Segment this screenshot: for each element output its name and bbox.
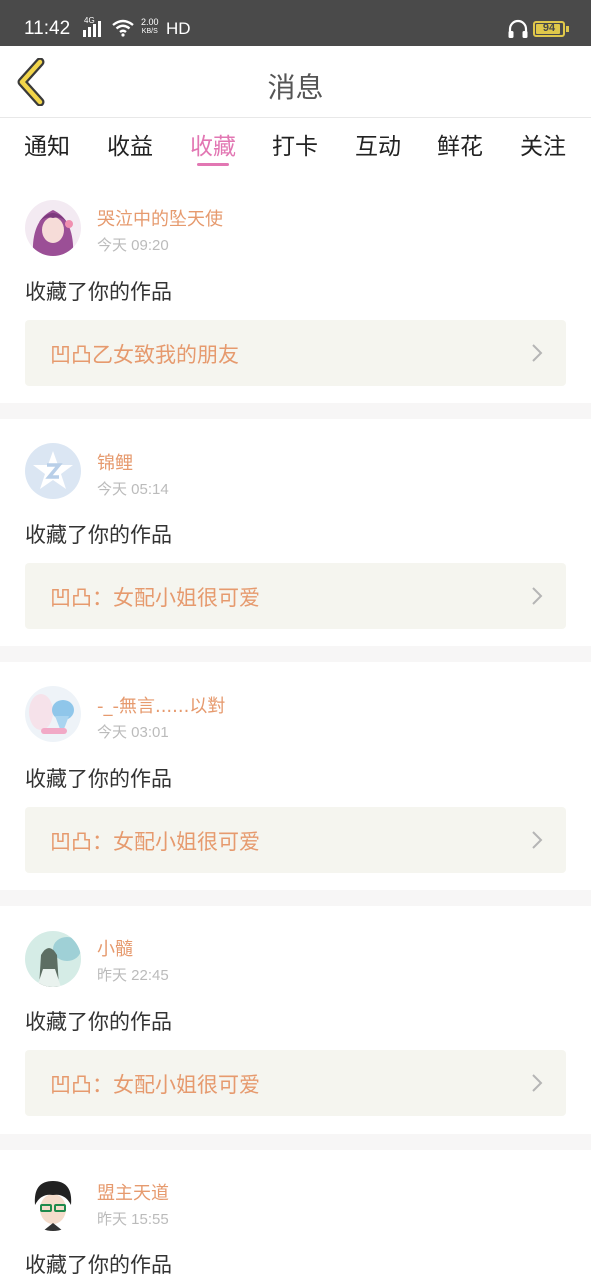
list-item: 小髓 昨天 22:45 收藏了你的作品 凹凸：女配小姐很可爱 bbox=[0, 906, 591, 1134]
username[interactable]: 小髓 bbox=[97, 935, 133, 961]
action-text: 收藏了你的作品 bbox=[25, 767, 172, 791]
work-title: 凹凸：女配小姐很可爱 bbox=[50, 586, 260, 610]
list-item: 盟主天道 昨天 15:55 收藏了你的作品 bbox=[0, 1150, 591, 1280]
headphone-icon bbox=[508, 19, 528, 38]
work-link[interactable]: 凹凸乙女致我的朋友 bbox=[25, 320, 566, 386]
app-header: 消息 bbox=[0, 46, 591, 118]
avatar[interactable] bbox=[25, 1175, 81, 1231]
user-avatar-image bbox=[25, 1175, 81, 1231]
username[interactable]: 哭泣中的坠天使 bbox=[97, 205, 223, 231]
chevron-right-icon bbox=[532, 831, 543, 849]
speed-unit: KB/S bbox=[141, 28, 158, 35]
avatar[interactable] bbox=[25, 931, 81, 987]
status-time: 11:42 bbox=[24, 18, 71, 39]
tab-bar: 通知 收益 收藏 打卡 互动 鲜花 关注 bbox=[0, 118, 591, 174]
list-item: 锦鲤 今天 05:14 收藏了你的作品 凹凸：女配小姐很可爱 bbox=[0, 419, 591, 646]
timestamp: 今天 05:14 bbox=[97, 481, 169, 498]
username[interactable]: 盟主天道 bbox=[97, 1179, 169, 1205]
action-text: 收藏了你的作品 bbox=[25, 1010, 172, 1034]
timestamp: 今天 03:01 bbox=[97, 724, 169, 741]
tab-notifications[interactable]: 通知 bbox=[24, 127, 70, 161]
list-item: -_-無言......以對 今天 03:01 收藏了你的作品 凹凸：女配小姐很可… bbox=[0, 662, 591, 890]
tab-earnings[interactable]: 收益 bbox=[107, 127, 153, 161]
timestamp: 今天 09:20 bbox=[97, 237, 169, 254]
user-avatar-image bbox=[25, 686, 81, 742]
battery-nub bbox=[566, 26, 569, 32]
user-avatar-image bbox=[25, 931, 81, 987]
work-link[interactable]: 凹凸：女配小姐很可爱 bbox=[25, 807, 566, 873]
action-text: 收藏了你的作品 bbox=[25, 523, 172, 547]
active-tab-indicator bbox=[197, 163, 229, 166]
user-avatar-image bbox=[25, 200, 81, 256]
tab-interaction[interactable]: 互动 bbox=[355, 127, 401, 161]
signal-icon bbox=[83, 21, 101, 37]
timestamp: 昨天 15:55 bbox=[97, 1211, 169, 1228]
tab-favorites[interactable]: 收藏 bbox=[190, 127, 236, 161]
work-title: 凹凸乙女致我的朋友 bbox=[50, 343, 239, 367]
tab-checkin[interactable]: 打卡 bbox=[272, 127, 318, 161]
list-item: 哭泣中的坠天使 今天 09:20 收藏了你的作品 凹凸乙女致我的朋友 bbox=[0, 174, 591, 403]
status-bar: 11:42 4G 2.00 KB/S HD 94 bbox=[0, 0, 591, 46]
work-link[interactable]: 凹凸：女配小姐很可爱 bbox=[25, 1050, 566, 1116]
divider bbox=[0, 646, 591, 662]
hd-indicator: HD bbox=[166, 19, 191, 38]
wifi-icon bbox=[112, 19, 134, 37]
chevron-right-icon bbox=[532, 344, 543, 362]
divider bbox=[0, 403, 591, 419]
tab-follow[interactable]: 关注 bbox=[520, 127, 566, 161]
page-title: 消息 bbox=[267, 71, 324, 104]
username[interactable]: -_-無言......以對 bbox=[97, 692, 225, 718]
battery-level: 94 bbox=[542, 22, 556, 34]
action-text: 收藏了你的作品 bbox=[25, 280, 172, 304]
speed-value: 2.00 bbox=[141, 17, 159, 27]
avatar[interactable] bbox=[25, 443, 81, 499]
divider bbox=[0, 1134, 591, 1150]
work-title: 凹凸：女配小姐很可爱 bbox=[50, 1073, 260, 1097]
username[interactable]: 锦鲤 bbox=[97, 449, 133, 475]
user-avatar-image bbox=[25, 443, 81, 499]
divider bbox=[0, 890, 591, 906]
work-link[interactable]: 凹凸：女配小姐很可爱 bbox=[25, 563, 566, 629]
avatar[interactable] bbox=[25, 686, 81, 742]
timestamp: 昨天 22:45 bbox=[97, 967, 169, 984]
chevron-right-icon bbox=[532, 1074, 543, 1092]
avatar[interactable] bbox=[25, 200, 81, 256]
battery-icon: 94 bbox=[533, 21, 565, 37]
chevron-right-icon bbox=[532, 587, 543, 605]
tab-flowers[interactable]: 鲜花 bbox=[437, 127, 483, 161]
action-text: 收藏了你的作品 bbox=[25, 1253, 172, 1277]
work-title: 凹凸：女配小姐很可爱 bbox=[50, 830, 260, 854]
network-speed: 2.00 KB/S bbox=[141, 18, 159, 36]
